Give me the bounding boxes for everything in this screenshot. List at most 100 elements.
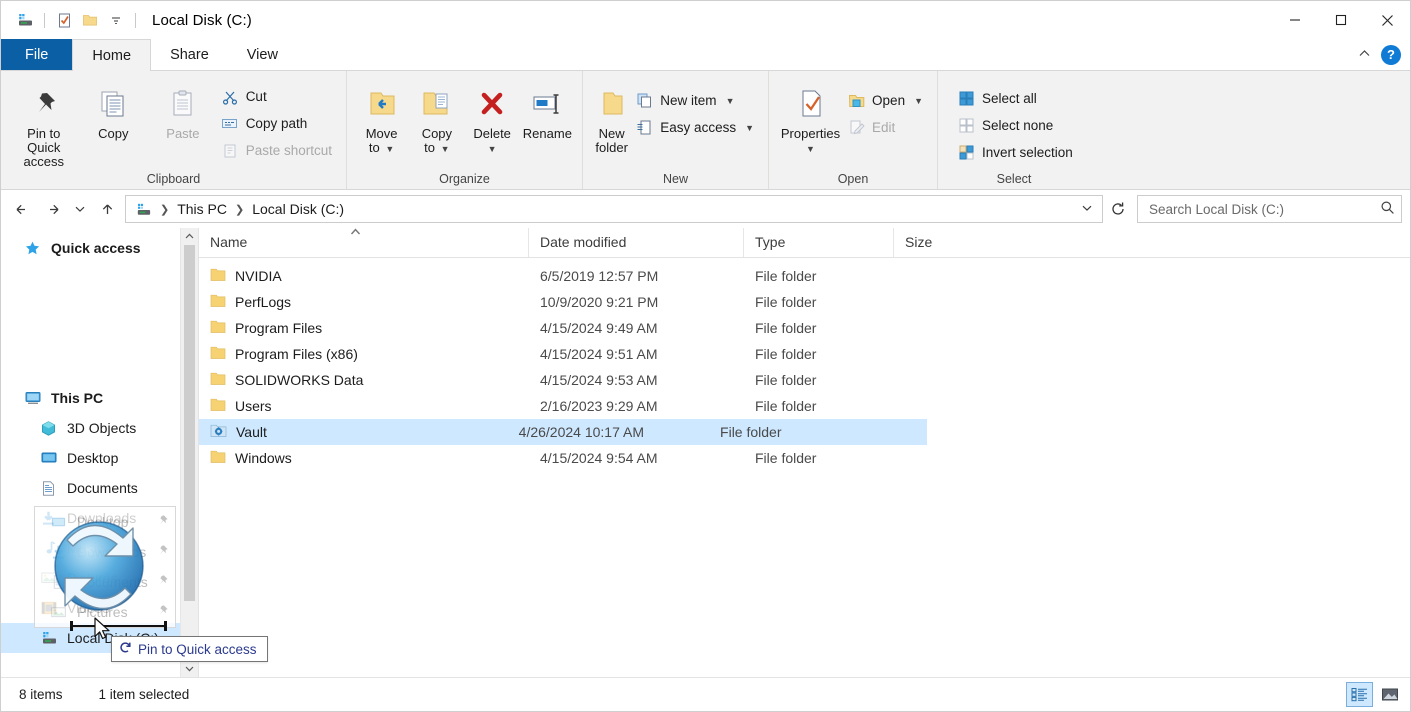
- table-row[interactable]: Users 2/16/2023 9:29 AM File folder: [199, 393, 1410, 419]
- help-button[interactable]: ?: [1381, 44, 1401, 65]
- properties-button[interactable]: Properties ▼: [777, 79, 844, 155]
- breadcrumb-separator-1[interactable]: ❯: [155, 203, 174, 216]
- table-row[interactable]: PerfLogs 10/9/2020 9:21 PM File folder: [199, 289, 1410, 315]
- column-header-name[interactable]: Name: [199, 228, 529, 257]
- sidebar-item-downloads[interactable]: Downloads: [1, 503, 198, 533]
- search-input[interactable]: [1147, 200, 1380, 218]
- ribbon-tab-strip-right: ?: [1357, 39, 1410, 70]
- clipboard-small-commands: Cut Copy path Paste shortcut: [218, 79, 338, 164]
- breadcrumb-this-pc[interactable]: This PC: [174, 201, 230, 217]
- new-item-label: New item: [660, 93, 717, 108]
- file-name-label: Program Files: [235, 320, 323, 336]
- new-folder-button[interactable]: New folder: [591, 79, 632, 155]
- easy-access-caret-icon[interactable]: ▼: [745, 123, 754, 133]
- sidebar-item-this-pc[interactable]: This PC: [1, 383, 198, 413]
- back-button[interactable]: [5, 194, 37, 224]
- tab-view[interactable]: View: [228, 39, 297, 70]
- breadcrumb-bar[interactable]: ❯ This PC ❯ Local Disk (C:): [125, 195, 1103, 223]
- new-item-button[interactable]: New item ▼: [632, 87, 760, 114]
- rename-button[interactable]: Rename: [521, 79, 574, 141]
- table-row[interactable]: SOLIDWORKS Data 4/15/2024 9:53 AM File f…: [199, 367, 1410, 393]
- copy-path-button[interactable]: Copy path: [218, 110, 338, 137]
- delete-button[interactable]: Delete ▼: [466, 79, 519, 155]
- tab-home[interactable]: Home: [72, 39, 152, 71]
- sidebar-label-3d-objects: 3D Objects: [67, 420, 137, 436]
- sidebar-label-documents: Documents: [67, 480, 138, 496]
- scroll-down-icon[interactable]: [181, 660, 198, 677]
- easy-access-button[interactable]: Easy access ▼: [632, 114, 760, 141]
- invert-selection-button[interactable]: Invert selection: [954, 139, 1079, 166]
- column-header-date-modified[interactable]: Date modified: [529, 228, 744, 257]
- file-name-label: SOLIDWORKS Data: [235, 372, 364, 388]
- move-to-icon: [364, 84, 400, 124]
- delete-label: Delete ▼: [473, 126, 511, 154]
- copy-to-button[interactable]: Copy to ▼: [410, 79, 463, 156]
- sidebar-item-pictures[interactable]: Pictures: [1, 563, 198, 593]
- select-all-button[interactable]: Select all: [954, 85, 1079, 112]
- search-icon[interactable]: [1380, 200, 1395, 218]
- details-view-icon[interactable]: [1346, 682, 1373, 707]
- table-row[interactable]: Windows 4/15/2024 9:54 AM File folder: [199, 445, 1410, 471]
- edit-button[interactable]: Edit: [844, 114, 929, 141]
- customize-qat-caret-icon[interactable]: [103, 7, 129, 33]
- drag-tooltip: Pin to Quick access: [111, 636, 268, 662]
- properties-check-icon[interactable]: [51, 7, 77, 33]
- scroll-up-icon[interactable]: [181, 228, 198, 245]
- sidebar-item-3d-objects[interactable]: 3D Objects: [1, 413, 198, 443]
- sidebar-item-desktop[interactable]: Desktop: [1, 443, 198, 473]
- pin-to-quick-access-label: Pin to Quick access: [23, 126, 65, 169]
- open-caret-icon[interactable]: ▼: [914, 96, 923, 106]
- copy-button[interactable]: Copy: [79, 79, 149, 141]
- table-row[interactable]: Program Files 4/15/2024 9:49 AM File fol…: [199, 315, 1410, 341]
- open-button[interactable]: Open ▼: [844, 87, 929, 114]
- new-item-caret-icon[interactable]: ▼: [726, 96, 735, 106]
- pin-to-quick-access-button[interactable]: Pin to Quick access: [9, 79, 79, 169]
- collapse-ribbon-icon[interactable]: [1357, 46, 1372, 64]
- this-pc-icon: [23, 389, 42, 408]
- close-button[interactable]: [1364, 1, 1410, 39]
- view-mode-buttons: [1346, 682, 1402, 707]
- status-item-count: 8 items: [19, 687, 63, 702]
- tab-file[interactable]: File: [1, 39, 73, 70]
- sidebar-item-music[interactable]: Music: [1, 533, 198, 563]
- forward-button[interactable]: [37, 194, 69, 224]
- address-dropdown-caret-icon[interactable]: [1074, 202, 1100, 217]
- breadcrumb-local-disk[interactable]: Local Disk (C:): [249, 201, 347, 217]
- table-row[interactable]: Program Files (x86) 4/15/2024 9:51 AM Fi…: [199, 341, 1410, 367]
- paste-shortcut-button[interactable]: Paste shortcut: [218, 137, 338, 164]
- maximize-button[interactable]: [1318, 1, 1364, 39]
- refresh-button[interactable]: [1105, 196, 1131, 222]
- navigation-scroll-thumb[interactable]: [184, 245, 195, 601]
- file-type-cell: File folder: [755, 294, 817, 310]
- navigation-pane-scrollbar[interactable]: [180, 228, 198, 677]
- sidebar-item-documents[interactable]: Documents: [1, 473, 198, 503]
- pictures-icon: [39, 569, 58, 588]
- breadcrumb-separator-2[interactable]: ❯: [230, 203, 249, 216]
- copy-path-label: Copy path: [245, 116, 308, 131]
- column-header-type[interactable]: Type: [744, 228, 894, 257]
- select-none-button[interactable]: Select none: [954, 112, 1079, 139]
- large-icons-view-icon[interactable]: [1377, 683, 1402, 706]
- sidebar-item-quick-access[interactable]: Quick access: [1, 233, 198, 263]
- rename-icon: [529, 84, 565, 124]
- properties-label: Properties ▼: [780, 126, 841, 154]
- paste-button[interactable]: Paste: [148, 79, 218, 141]
- paste-label: Paste: [166, 126, 200, 141]
- search-box[interactable]: [1137, 195, 1402, 223]
- sidebar-item-videos[interactable]: Videos: [1, 593, 198, 623]
- tab-share[interactable]: Share: [151, 39, 228, 70]
- column-header-size[interactable]: Size: [894, 228, 976, 257]
- up-button[interactable]: [91, 194, 123, 224]
- file-name-label: Users: [235, 398, 272, 414]
- easy-access-icon: [635, 119, 653, 137]
- cut-button[interactable]: Cut: [218, 83, 338, 110]
- minimize-button[interactable]: [1272, 1, 1318, 39]
- table-row[interactable]: NVIDIA 6/5/2019 12:57 PM File folder: [199, 263, 1410, 289]
- paste-shortcut-icon: [221, 142, 239, 160]
- recent-locations-button[interactable]: [69, 194, 91, 224]
- file-type-cell: File folder: [755, 398, 817, 414]
- file-name-label: Program Files (x86): [235, 346, 358, 362]
- move-to-button[interactable]: Move to ▼: [355, 79, 408, 156]
- table-row[interactable]: Vault 4/26/2024 10:17 AM File folder: [199, 419, 927, 445]
- new-folder-icon[interactable]: [77, 7, 103, 33]
